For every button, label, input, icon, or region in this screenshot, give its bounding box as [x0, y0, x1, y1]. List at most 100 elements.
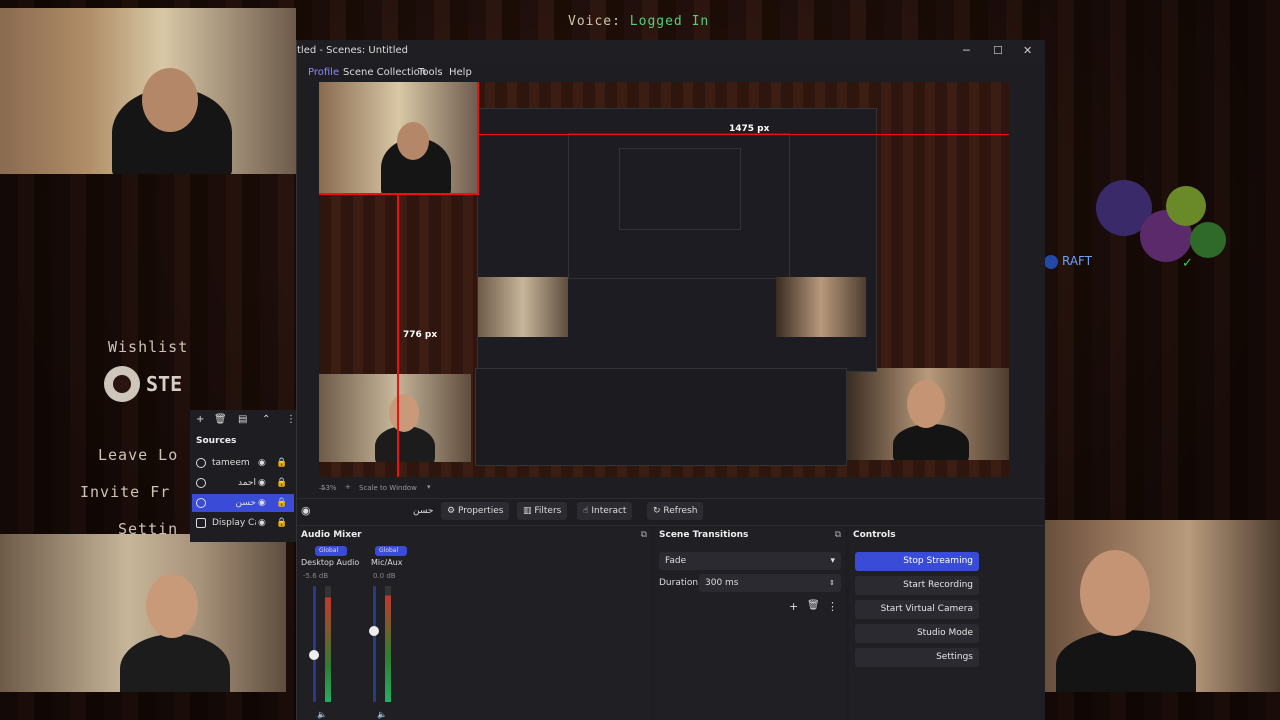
- webcam-tameem: [0, 8, 296, 174]
- desktop-meter: [325, 586, 331, 702]
- decor-ball: [1166, 186, 1206, 226]
- scene-transitions-title: Scene Transitions: [659, 530, 749, 540]
- studio-mode-button[interactable]: Studio Mode: [855, 624, 979, 643]
- nested-obs-2: [568, 133, 790, 279]
- title-bar: tled - Scenes: Untitled ─ ☐ ✕: [297, 40, 1045, 62]
- leave-lobby-text: Leave Lo: [98, 446, 179, 464]
- undock-icon[interactable]: ⧉: [641, 526, 647, 544]
- sources-toolbar: + 🗑 ▤ ⌃ ⋮: [190, 410, 296, 432]
- controls-title: Controls: [853, 530, 896, 540]
- speaker-icon[interactable]: 🔈: [377, 710, 387, 719]
- wishlist-text: Wishlist: [108, 338, 189, 356]
- more-icon[interactable]: ⋮: [286, 414, 296, 425]
- add-transition-icon[interactable]: +: [789, 600, 798, 613]
- menu-scene-collection[interactable]: Scene Collection: [343, 67, 426, 78]
- decor-ball: [1190, 222, 1226, 258]
- selected-source-label: حسن: [413, 506, 434, 516]
- source-item[interactable]: tameem ◉ 🔒: [192, 454, 294, 472]
- visibility-eye-icon[interactable]: ◉: [258, 474, 266, 492]
- mic-db: 0.0 dB: [373, 572, 396, 580]
- interact-button[interactable]: ☝ Interact: [577, 502, 633, 520]
- scale-mode[interactable]: Scale to Window: [359, 484, 417, 492]
- user-icon: [1044, 254, 1058, 269]
- gear-icon: ⚙: [447, 506, 458, 516]
- menu-profile[interactable]: Profile: [308, 67, 339, 78]
- start-virtual-camera-button[interactable]: Start Virtual Camera: [855, 600, 979, 619]
- desktop-volume-slider[interactable]: [313, 586, 316, 702]
- properties-button[interactable]: ⚙ Properties: [441, 502, 510, 520]
- check-icon: ✓: [1182, 256, 1193, 271]
- visibility-eye-icon[interactable]: ◉: [258, 514, 266, 532]
- obs-window: tled - Scenes: Untitled ─ ☐ ✕ Profile Sc…: [296, 40, 1045, 720]
- lock-icon[interactable]: 🔒: [276, 494, 287, 512]
- lock-icon[interactable]: 🔒: [276, 454, 287, 472]
- maximize-button[interactable]: ☐: [993, 44, 1003, 57]
- channel-name-desktop[interactable]: Desktop Audio: [301, 558, 359, 567]
- width-measure-label: 1475 px: [729, 124, 770, 134]
- filter-icon: ▥: [523, 506, 535, 516]
- visibility-eye-icon[interactable]: ◉: [258, 494, 266, 512]
- lock-icon[interactable]: 🔒: [276, 474, 287, 492]
- steam-icon: [104, 366, 140, 402]
- mic-meter: [385, 586, 391, 702]
- invite-friends-text: Invite Fr: [80, 483, 171, 501]
- guide-line: [397, 195, 399, 477]
- start-recording-button[interactable]: Start Recording: [855, 576, 979, 595]
- source-item-selected[interactable]: حسن ◉ 🔒: [192, 494, 294, 512]
- filters-button[interactable]: ▥ Filters: [517, 502, 568, 520]
- audio-mixer-title: Audio Mixer ⧉: [297, 526, 651, 544]
- lock-icon[interactable]: 🔒: [276, 514, 287, 532]
- channel-name-mic[interactable]: Mic/Aux: [371, 558, 403, 567]
- guide-line: [479, 134, 1009, 135]
- nested-docks: [475, 368, 847, 466]
- chevron-down-icon[interactable]: ▾: [427, 483, 431, 491]
- source-type-icon: ◉: [301, 504, 311, 517]
- refresh-button[interactable]: ↻ Refresh: [647, 502, 704, 520]
- global-badge: Global: [315, 546, 347, 556]
- steam-text: STE: [146, 372, 183, 396]
- raft-label: RAFT: [1044, 254, 1092, 269]
- remove-source-icon[interactable]: 🗑: [214, 414, 227, 425]
- duration-input[interactable]: 300 ms ⇕: [699, 574, 841, 592]
- controls-dock: Controls Stop Streaming Start Recording …: [849, 526, 1045, 720]
- refresh-icon: ↻: [653, 506, 664, 516]
- move-up-icon[interactable]: ⌃: [262, 414, 270, 425]
- settings-button[interactable]: Settings: [855, 648, 979, 667]
- preview-canvas[interactable]: 1475 px 776 px: [319, 82, 1009, 477]
- menu-help[interactable]: Help: [449, 67, 472, 78]
- preview-webcam-hassan: [319, 374, 471, 462]
- scene-transitions-dock: Scene Transitions ⧉ Fade ▾ Duration 300 ms…: [655, 526, 845, 720]
- nested-obs-1: [477, 108, 877, 372]
- chevron-down-icon: ▾: [830, 556, 835, 566]
- source-item[interactable]: احمد ◉ 🔒: [192, 474, 294, 492]
- desktop-volume-knob[interactable]: [309, 650, 319, 660]
- mic-volume-slider[interactable]: [373, 586, 376, 702]
- desktop-db: -5.6 dB: [303, 572, 329, 580]
- transition-select[interactable]: Fade ▾: [659, 552, 841, 570]
- audio-mixer-dock: Audio Mixer ⧉ Global Global Desktop Audio…: [297, 526, 651, 720]
- guide-line: [319, 193, 479, 195]
- add-source-icon[interactable]: +: [196, 414, 204, 425]
- preview-zoom-bar: — 53% + Scale to Window ▾: [297, 480, 1045, 496]
- close-button[interactable]: ✕: [1023, 44, 1032, 57]
- speaker-icon[interactable]: 🔈: [317, 710, 327, 719]
- height-measure-label: 776 px: [403, 330, 438, 340]
- sources-dock: + 🗑 ▤ ⌃ ⋮ Sources tameem ◉ 🔒 احمد ◉ 🔒 حس…: [190, 410, 296, 542]
- nested-webcam: [776, 277, 866, 337]
- source-properties-icon[interactable]: ▤: [238, 414, 247, 425]
- stop-streaming-button[interactable]: Stop Streaming: [855, 552, 979, 571]
- source-item[interactable]: Display Ca ◉ 🔒: [192, 514, 294, 532]
- browser-source-icon: [196, 478, 206, 488]
- more-icon[interactable]: ⋮: [827, 600, 838, 613]
- undock-icon[interactable]: ⧉: [835, 526, 841, 544]
- remove-transition-icon[interactable]: 🗑: [807, 600, 820, 611]
- webcam-hassan: [0, 534, 286, 692]
- mic-volume-knob[interactable]: [369, 626, 379, 636]
- menu-tools[interactable]: Tools: [418, 67, 443, 78]
- visibility-eye-icon[interactable]: ◉: [258, 454, 266, 472]
- zoom-in-icon[interactable]: +: [345, 483, 351, 491]
- menu-bar: Profile Scene Collection Tools Help: [297, 62, 1045, 82]
- nested-obs-3: [619, 148, 741, 230]
- minimize-button[interactable]: ─: [963, 44, 970, 57]
- guide-line: [477, 82, 479, 195]
